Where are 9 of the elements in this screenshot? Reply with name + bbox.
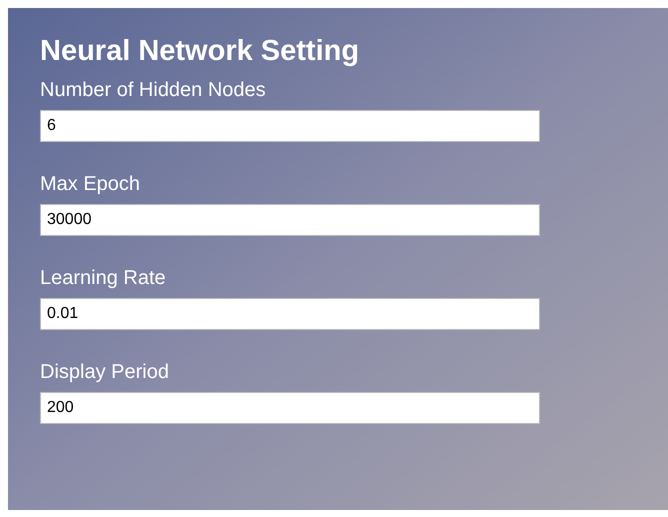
field-label: Learning Rate [40,266,167,290]
input-field[interactable]: 0.01 [40,298,540,330]
panel-title: Neural Network Setting [40,34,360,68]
input-field[interactable]: 6 [40,110,540,142]
field-label: Number of Hidden Nodes [40,78,267,102]
input-field[interactable]: 200 [40,392,540,424]
input-field[interactable]: 30000 [40,204,540,236]
field-label: Max Epoch [40,172,142,196]
field-label: Display Period [40,360,170,384]
